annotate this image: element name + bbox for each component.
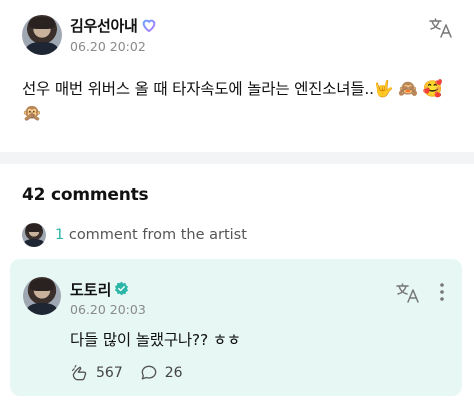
avatar-body	[26, 302, 58, 315]
avatar-body	[24, 239, 44, 247]
comment-text: 다들 많이 놀랬구나?? ㅎㅎ	[70, 331, 241, 349]
like-count: 567	[96, 365, 123, 381]
comment-author-name[interactable]: 도토리	[70, 279, 111, 300]
emoji-speak-no-evil-monkey: 🙊	[22, 103, 42, 122]
post-author-name[interactable]: 김우선아내	[70, 15, 138, 36]
avatar-hair	[29, 279, 55, 291]
avatar-hair	[29, 17, 55, 30]
emoji-rock-hand: 🤟	[373, 79, 394, 98]
post: 김우선아내 06.20 20:02 선우 매번 위버스 올 때 타자속도에 놀라…	[0, 0, 474, 152]
verified-badge-icon	[114, 281, 129, 296]
comment-actions: 567 26	[70, 363, 199, 383]
artist-comment-count: 1	[55, 227, 65, 243]
section-divider	[0, 152, 474, 164]
reply-icon[interactable]	[139, 363, 159, 383]
artist-comment-text: comment from the artist	[64, 227, 247, 243]
avatar-hair	[26, 224, 42, 232]
artist-comment-card: 도토리 06.20 20:03 다들 많이 놀랬구나?? ㅎㅎ 567 26	[10, 259, 462, 396]
post-body: 선우 매번 위버스 올 때 타자속도에 놀라는 엔진소녀들..	[22, 80, 374, 98]
artist-comment-label[interactable]: 1 comment from the artist	[55, 227, 247, 243]
comment-timestamp: 06.20 20:03	[70, 302, 146, 317]
like-icon[interactable]	[70, 363, 90, 383]
post-timestamp: 06.20 20:02	[70, 39, 146, 54]
post-text: 선우 매번 위버스 올 때 타자속도에 놀라는 엔진소녀들..🤟 🙈 🥰 🙊	[22, 77, 460, 125]
translate-icon[interactable]	[428, 17, 454, 39]
artist-comment-filter[interactable]: 1 comment from the artist	[22, 223, 247, 247]
emoji-see-no-evil-monkey: 🙈	[398, 79, 419, 98]
more-options-icon[interactable]	[438, 282, 446, 302]
post-author-avatar[interactable]	[22, 15, 62, 55]
heart-icon	[142, 19, 156, 33]
artist-mini-avatar	[22, 223, 46, 247]
translate-icon[interactable]	[395, 282, 421, 304]
reply-count: 26	[164, 365, 183, 381]
emoji-smiling-hearts: 🥰	[422, 79, 443, 98]
avatar-body	[26, 42, 58, 55]
comments-count-heading: 42 comments	[22, 185, 149, 205]
comment-author-avatar[interactable]	[23, 277, 61, 315]
